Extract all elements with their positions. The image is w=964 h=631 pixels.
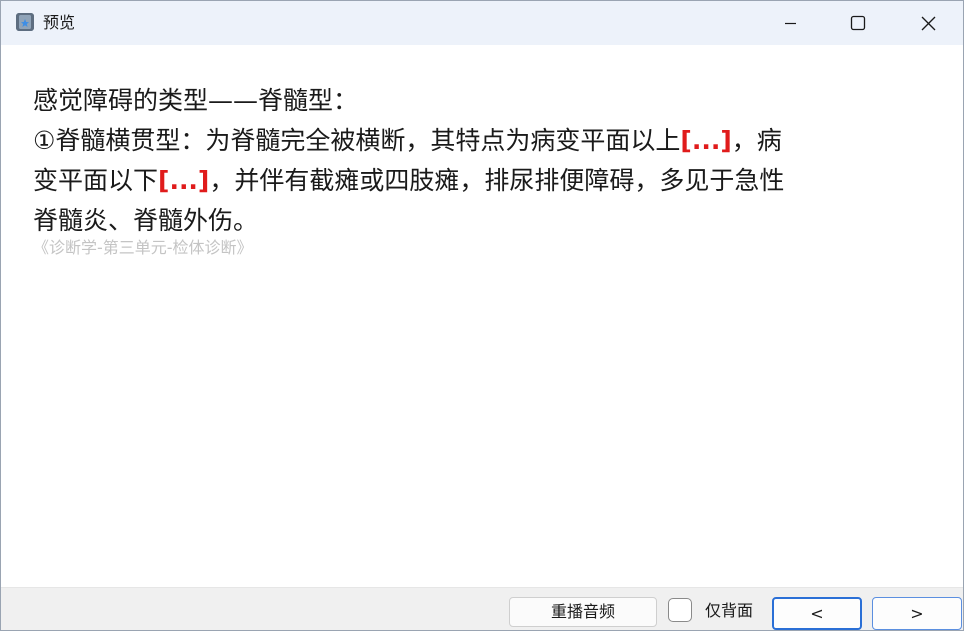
preview-window: 预览 感觉障碍的类型——脊髓型： ①脊髓横贯型：为脊髓完全被横断，其特点为病变平…: [0, 0, 964, 631]
card-text-line: 变平面以下[...]，并伴有截瘫或四肢瘫，排尿排便障碍，多见于急性: [33, 161, 933, 201]
card-text: 变平面以下: [33, 166, 159, 195]
back-only-checkbox[interactable]: [668, 598, 692, 622]
bottom-toolbar: 重播音频 仅背面 < >: [1, 587, 963, 630]
minimize-icon: [785, 22, 796, 25]
card-heading: 感觉障碍的类型——脊髓型：: [33, 86, 359, 115]
cloze-deletion: [...]: [158, 166, 210, 195]
close-button[interactable]: [905, 1, 951, 45]
card-source: 《诊断学-第三单元-检体诊断》: [33, 238, 253, 257]
previous-card-button[interactable]: <: [772, 597, 862, 630]
card-text: ①脊髓横贯型：为脊髓完全被横断，其特点为病变平面以上: [33, 126, 681, 155]
card-text-line: ①脊髓横贯型：为脊髓完全被横断，其特点为病变平面以上[...]，病: [33, 121, 933, 161]
close-icon: [921, 16, 936, 31]
maximize-icon: [850, 15, 866, 31]
card-text: ，病: [731, 126, 782, 155]
back-only-label[interactable]: 仅背面: [705, 600, 753, 622]
card-text-line: 脊髓炎、脊髓外伤。: [33, 206, 259, 235]
maximize-button[interactable]: [835, 1, 881, 45]
cloze-deletion: [...]: [680, 126, 732, 155]
window-title: 预览: [43, 13, 76, 32]
replay-audio-button[interactable]: 重播音频: [509, 597, 657, 627]
card-content: 感觉障碍的类型——脊髓型： ①脊髓横贯型：为脊髓完全被横断，其特点为病变平面以上…: [33, 81, 933, 241]
card-text: ，并伴有截瘫或四肢瘫，排尿排便障碍，多见于急性: [209, 166, 785, 195]
title-bar[interactable]: 预览: [1, 1, 963, 45]
next-card-button[interactable]: >: [872, 597, 962, 630]
minimize-button[interactable]: [767, 1, 813, 45]
app-icon: [16, 13, 34, 31]
